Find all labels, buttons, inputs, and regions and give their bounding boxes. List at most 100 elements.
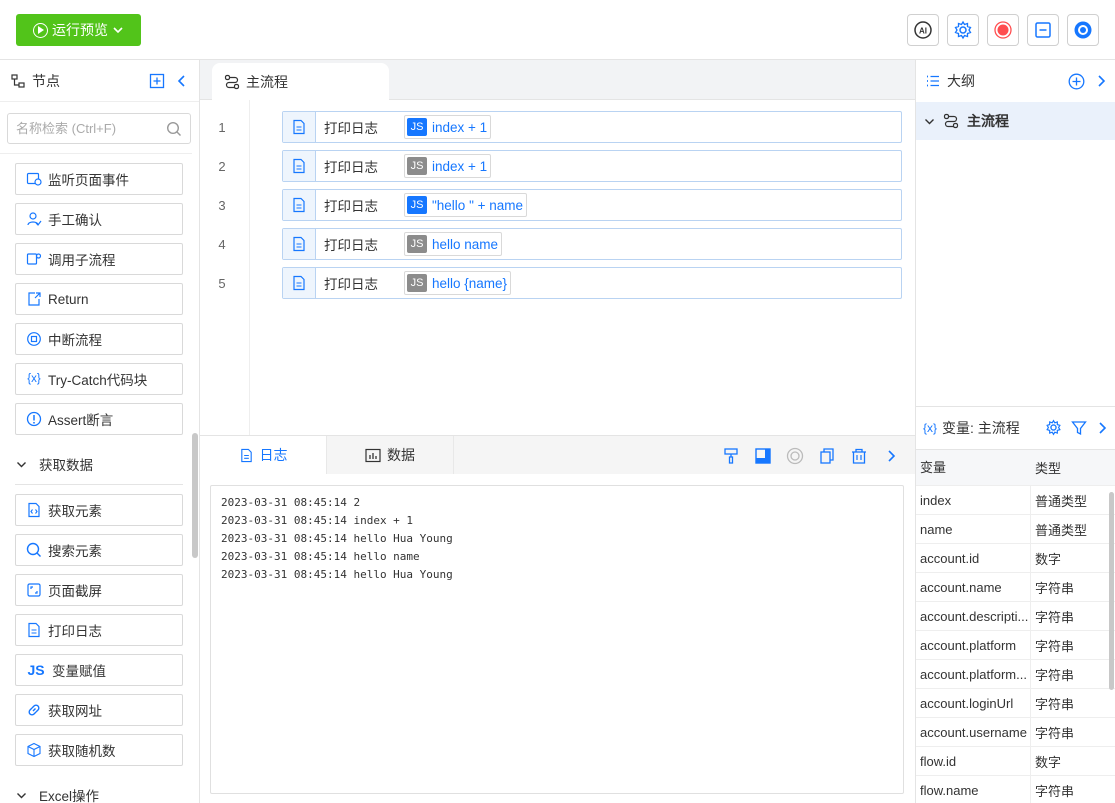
var-type: 字符串: [1035, 609, 1075, 625]
expression-text: "hello " + name: [432, 197, 524, 213]
node-interrupt[interactable]: 中断流程: [15, 323, 183, 355]
step-print-log[interactable]: 打印日志 JS hello name: [282, 228, 902, 260]
table-row[interactable]: index 普通类型: [916, 485, 1115, 515]
group-label: Excel操作: [39, 789, 100, 803]
step-expression[interactable]: JS hello {name}: [404, 271, 512, 295]
log-line: 2023-03-31 08:45:14 2: [221, 496, 361, 509]
node-print-log[interactable]: 打印日志: [15, 614, 183, 646]
step-print-log[interactable]: 打印日志 JS index + 1: [282, 111, 902, 143]
dock-panel-button[interactable]: [752, 445, 773, 466]
svg-text:AI: AI: [919, 27, 927, 36]
table-row[interactable]: account.loginUrl 字符串: [916, 688, 1115, 718]
node-manual-confirm[interactable]: 手工确认: [15, 203, 183, 235]
filter-icon[interactable]: [1071, 420, 1087, 436]
settings-button[interactable]: [947, 14, 979, 46]
node-search[interactable]: [7, 113, 191, 144]
step-print-log[interactable]: 打印日志 JS hello {name}: [282, 267, 902, 299]
node-label: 变量赋值: [52, 664, 106, 679]
add-node-icon[interactable]: [149, 73, 165, 89]
collapse-panel-button[interactable]: [880, 445, 901, 466]
disabled-record-icon: [786, 447, 803, 464]
node-search-element[interactable]: 搜索元素: [15, 534, 183, 566]
add-circle-icon[interactable]: [1068, 73, 1085, 90]
node-label: Return: [48, 291, 89, 307]
user-confirm-icon: [26, 211, 42, 227]
ai-button[interactable]: AI: [907, 14, 939, 46]
list-icon: [927, 75, 939, 87]
line-number: 1: [218, 120, 226, 135]
var-type: 数字: [1035, 551, 1062, 567]
table-row[interactable]: account.id 数字: [916, 543, 1115, 573]
node-try-catch[interactable]: {x} Try-Catch代码块: [15, 363, 183, 395]
group-fetch-data[interactable]: 获取数据: [16, 453, 93, 475]
outline-title: 大纲: [947, 73, 975, 89]
table-row[interactable]: account.platform... 字符串: [916, 659, 1115, 689]
step-expression[interactable]: JS hello name: [404, 232, 503, 256]
chevron-right-icon: [887, 449, 895, 462]
table-row[interactable]: account.platform 字符串: [916, 630, 1115, 660]
page-listen-icon: [26, 171, 42, 187]
table-row[interactable]: flow.id 数字: [916, 746, 1115, 776]
node-label: 搜索元素: [48, 544, 102, 559]
settings-icon[interactable]: [1045, 419, 1062, 436]
clear-format-button[interactable]: [720, 445, 741, 466]
step-expression[interactable]: JS "hello " + name: [404, 193, 528, 217]
var-name: account.platform: [916, 630, 1031, 660]
tab-data[interactable]: 数据: [327, 436, 454, 474]
tab-log[interactable]: 日志: [200, 436, 327, 474]
group-excel[interactable]: Excel操作: [16, 784, 99, 803]
table-row[interactable]: flow.name 字符串: [916, 775, 1115, 803]
js-badge-icon: JS: [407, 196, 427, 214]
node-search-input[interactable]: [16, 121, 156, 136]
top-toolbar: 运行预览 AI: [0, 0, 1115, 60]
node-screenshot[interactable]: 页面截屏: [15, 574, 183, 606]
copy-button[interactable]: [816, 445, 837, 466]
stop-log-button[interactable]: [784, 445, 805, 466]
node-get-url[interactable]: 获取网址: [15, 694, 183, 726]
chevron-right-icon[interactable]: [1096, 420, 1108, 436]
expression-text: index + 1: [432, 119, 488, 135]
node-assert[interactable]: Assert断言: [15, 403, 183, 435]
var-name: flow.name: [916, 775, 1031, 803]
tab-main-flow[interactable]: 主流程: [212, 63, 389, 100]
variables-scrollbar[interactable]: [1109, 492, 1114, 690]
var-name: name: [916, 514, 1031, 544]
table-row[interactable]: name 普通类型: [916, 514, 1115, 544]
node-random-number[interactable]: 获取随机数: [15, 734, 183, 766]
node-label: 打印日志: [48, 624, 102, 639]
node-listen-page-event[interactable]: 监听页面事件: [15, 163, 183, 195]
run-preview-button[interactable]: 运行预览: [16, 14, 141, 46]
log-output[interactable]: 2023-03-31 08:45:14 2 2023-03-31 08:45:1…: [210, 485, 904, 794]
node-label: 获取网址: [48, 704, 102, 719]
tab-data-label: 数据: [387, 447, 415, 463]
editor-tabbar: 主流程: [200, 60, 915, 100]
outline-item-main-flow[interactable]: 主流程: [916, 102, 1115, 140]
node-list-scrollbar[interactable]: [192, 433, 198, 558]
log-icon: [26, 622, 42, 638]
node-get-element[interactable]: 获取元素: [15, 494, 183, 526]
chevron-right-icon[interactable]: [1095, 73, 1107, 89]
log-icon: [283, 229, 316, 259]
var-name: account.descripti...: [916, 601, 1031, 631]
node-return[interactable]: Return: [15, 283, 183, 315]
clear-log-button[interactable]: [848, 445, 869, 466]
outline-item-label: 主流程: [967, 113, 1009, 129]
step-expression[interactable]: JS index + 1: [404, 154, 492, 178]
node-panel-title: 节点: [32, 72, 60, 89]
node-call-subflow[interactable]: 调用子流程: [15, 243, 183, 275]
step-expression[interactable]: JS index + 1: [404, 115, 492, 139]
log-icon: [283, 190, 316, 220]
collapse-left-icon[interactable]: [175, 73, 189, 89]
record-button[interactable]: [987, 14, 1019, 46]
table-row[interactable]: account.username 字符串: [916, 717, 1115, 747]
step-print-log[interactable]: 打印日志 JS "hello " + name: [282, 189, 902, 221]
app-button[interactable]: [1067, 14, 1099, 46]
var-name: account.username: [916, 717, 1031, 747]
minimize-button[interactable]: [1027, 14, 1059, 46]
step-print-log[interactable]: 打印日志 JS index + 1: [282, 150, 902, 182]
flow-icon: [943, 113, 959, 129]
table-row[interactable]: account.name 字符串: [916, 572, 1115, 602]
table-row[interactable]: account.descripti... 字符串: [916, 601, 1115, 631]
var-name: account.name: [916, 572, 1031, 602]
node-assign-variable[interactable]: JS 变量赋值: [15, 654, 183, 686]
